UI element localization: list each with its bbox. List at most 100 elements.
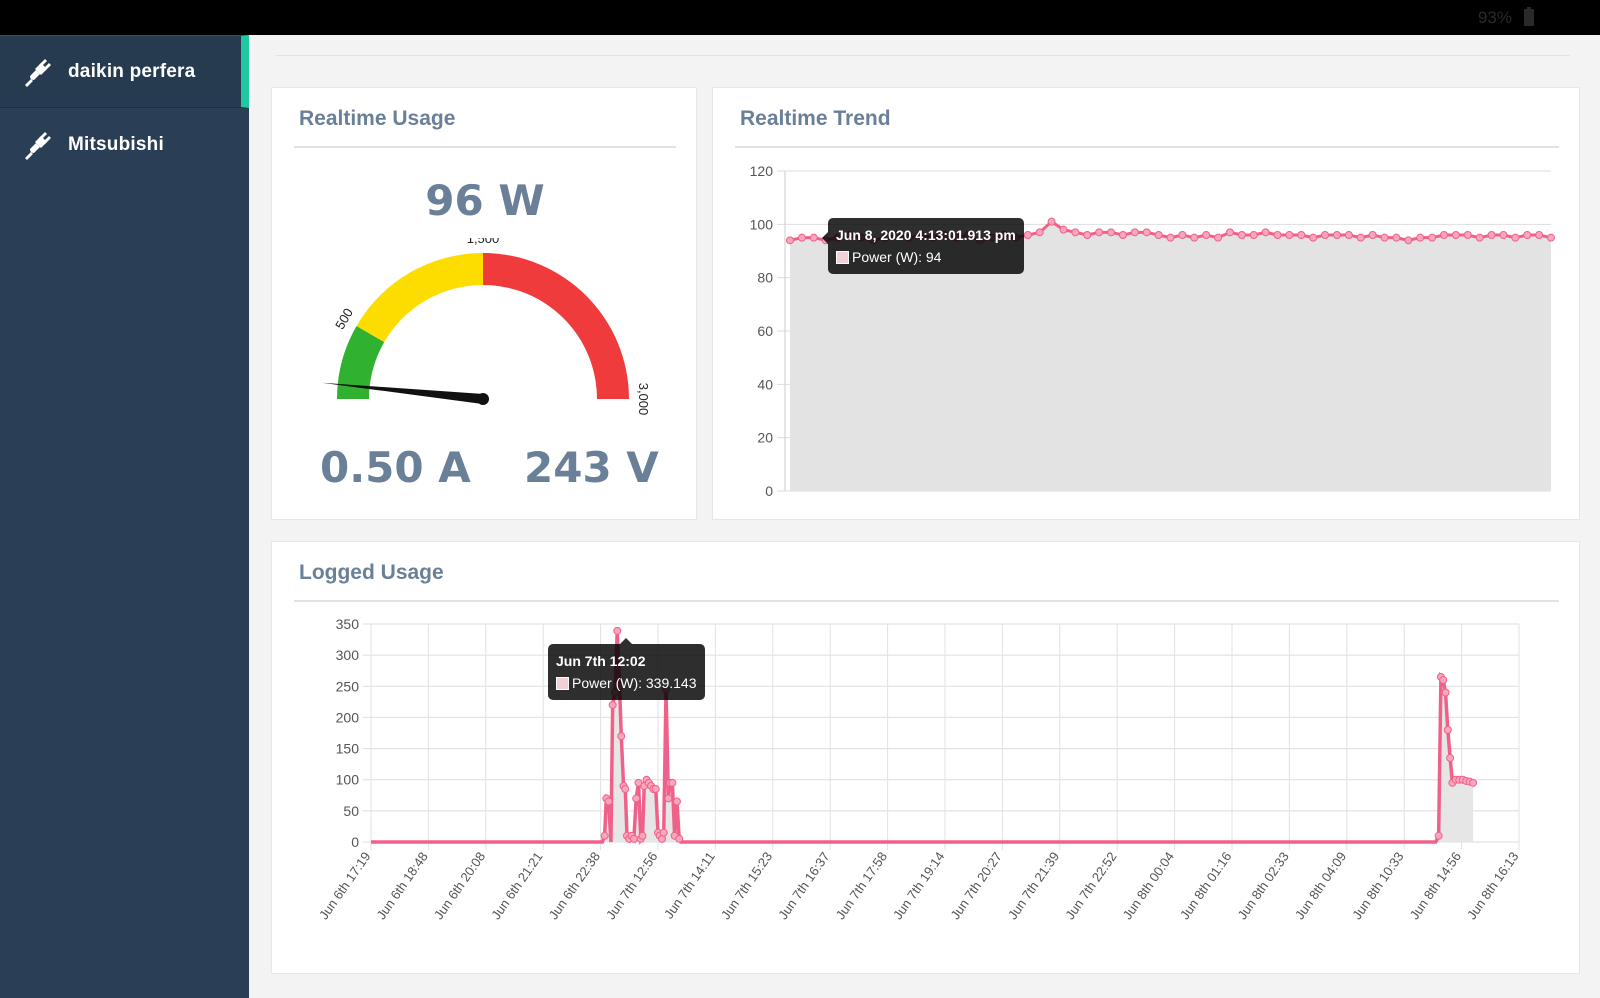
x-tick-label: Jun 6th 18:48: [373, 849, 430, 922]
data-point: [1309, 233, 1318, 242]
x-tick-label: Jun 6th 17:19: [316, 849, 373, 922]
data-point: [1071, 228, 1080, 237]
data-point: [1511, 233, 1520, 242]
data-point: [1285, 231, 1294, 239]
x-tick-label: Jun 7th 16:37: [775, 849, 832, 922]
data-point: [1214, 233, 1223, 242]
x-tick-label: Jun 6th 21:21: [488, 849, 545, 922]
x-tick-label: Jun 6th 20:08: [431, 849, 488, 922]
data-point: [786, 236, 794, 245]
x-tick-label: Jun 7th 19:14: [890, 849, 947, 922]
divider: [276, 55, 1570, 56]
gauge-band-1: [356, 253, 483, 342]
data-point: [651, 785, 660, 794]
divider: [735, 146, 1559, 148]
data-point: [638, 831, 647, 840]
data-point: [797, 233, 806, 242]
chart-tooltip: Jun 8, 2020 4:13:01.913 pm Power (W): 94: [822, 218, 1024, 274]
data-point: [1469, 778, 1478, 787]
data-point: [629, 834, 638, 843]
tooltip-value: Power (W): 339.143: [572, 675, 697, 691]
tooltip-title: Jun 8, 2020 4:13:01.913 pm: [836, 227, 1016, 243]
series-swatch: [556, 677, 569, 690]
card-title: Realtime Usage: [299, 107, 456, 130]
data-point: [1451, 231, 1460, 239]
gauge-tick-label: 1,500: [467, 238, 500, 246]
data-point: [1154, 231, 1163, 239]
x-tick-label: Jun 6th 22:38: [546, 849, 603, 922]
x-tick-label: Jun 8th 16:13: [1464, 849, 1521, 922]
sidebar-item-daikin-perfera[interactable]: daikin perfera: [0, 35, 249, 108]
realtime-trend-card: Realtime Trend 0 20 40 60 80 100 120 Jun 8, 20…: [712, 87, 1580, 520]
card-title: Realtime Trend: [740, 107, 891, 130]
realtime-usage-card: Realtime Usage 96 W 500 1,500 3,000 0.50 A…: [271, 87, 697, 520]
x-tick-label: Jun 7th 15:23: [718, 849, 775, 922]
x-tick-label: Jun 8th 10:33: [1349, 849, 1406, 922]
data-point: [1434, 831, 1443, 840]
data-point: [1446, 753, 1455, 762]
series-swatch: [836, 251, 849, 264]
data-point: [604, 797, 613, 806]
data-point: [1047, 217, 1056, 226]
series-area: [371, 630, 1474, 842]
data-point: [1463, 231, 1472, 239]
x-tick-label: Jun 8th 02:33: [1234, 849, 1291, 922]
data-point: [1439, 231, 1448, 239]
battery-icon: [1524, 7, 1534, 26]
data-point: [1107, 228, 1116, 237]
data-point: [1321, 231, 1330, 239]
tooltip-value: Power (W): 94: [852, 249, 942, 265]
gauge-band-2: [483, 253, 629, 399]
data-point: [1380, 233, 1389, 242]
y-tick-label: 250: [336, 678, 360, 694]
data-point: [1225, 228, 1234, 237]
y-tick-label: 20: [757, 430, 773, 446]
data-point: [608, 700, 617, 709]
data-point: [1142, 228, 1151, 237]
data-point: [1130, 228, 1139, 237]
data-point: [1441, 688, 1450, 697]
x-tick-label: Jun 7th 17:58: [833, 849, 890, 922]
data-point: [1523, 231, 1532, 239]
data-point: [621, 785, 630, 794]
y-tick-label: 80: [757, 270, 773, 286]
x-tick-label: Jun 8th 00:04: [1120, 849, 1177, 922]
y-tick-label: 0: [351, 834, 359, 850]
y-tick-label: 100: [750, 216, 774, 232]
sidebar-item-mitsubishi[interactable]: Mitsubishi: [0, 108, 249, 181]
data-point: [1118, 231, 1127, 239]
chart-tooltip: Jun 7th 12:02 Power (W): 339.143: [548, 638, 705, 700]
power-value: 96 W: [425, 176, 545, 225]
x-tick-label: Jun 8th 04:09: [1292, 849, 1349, 922]
data-point: [1487, 231, 1496, 239]
plug-icon: [25, 58, 51, 87]
sidebar-item-label: Mitsubishi: [68, 133, 164, 155]
data-point: [1166, 233, 1175, 242]
x-tick-label: Jun 7th 20:27: [947, 849, 1004, 922]
y-tick-label: 300: [336, 647, 360, 663]
data-point: [1416, 233, 1425, 242]
data-point: [1202, 231, 1211, 239]
data-point: [1023, 231, 1032, 239]
voltage-value: 243 V: [524, 443, 659, 492]
data-point: [1178, 231, 1187, 239]
current-value: 0.50 A: [320, 443, 471, 492]
x-tick-label: Jun 7th 12:56: [603, 849, 660, 922]
x-tick-label: Jun 7th 14:11: [661, 849, 718, 921]
y-tick-label: 40: [757, 376, 773, 392]
y-tick-label: 60: [757, 323, 773, 339]
y-tick-label: 150: [336, 741, 360, 757]
y-tick-label: 350: [336, 616, 360, 632]
data-point: [1443, 725, 1452, 734]
x-tick-label: Jun 7th 22:52: [1062, 849, 1119, 922]
data-point: [617, 732, 626, 741]
y-tick-label: 100: [336, 772, 360, 788]
data-point: [1547, 233, 1555, 242]
sidebar: daikin perfera Mitsubishi: [0, 35, 249, 998]
data-point: [664, 794, 673, 803]
data-point: [1261, 228, 1270, 237]
tooltip-body: Power (W): 94: [836, 246, 1016, 268]
y-tick-label: 200: [336, 709, 360, 725]
y-tick-label: 50: [343, 803, 359, 819]
card-title: Logged Usage: [299, 561, 444, 584]
